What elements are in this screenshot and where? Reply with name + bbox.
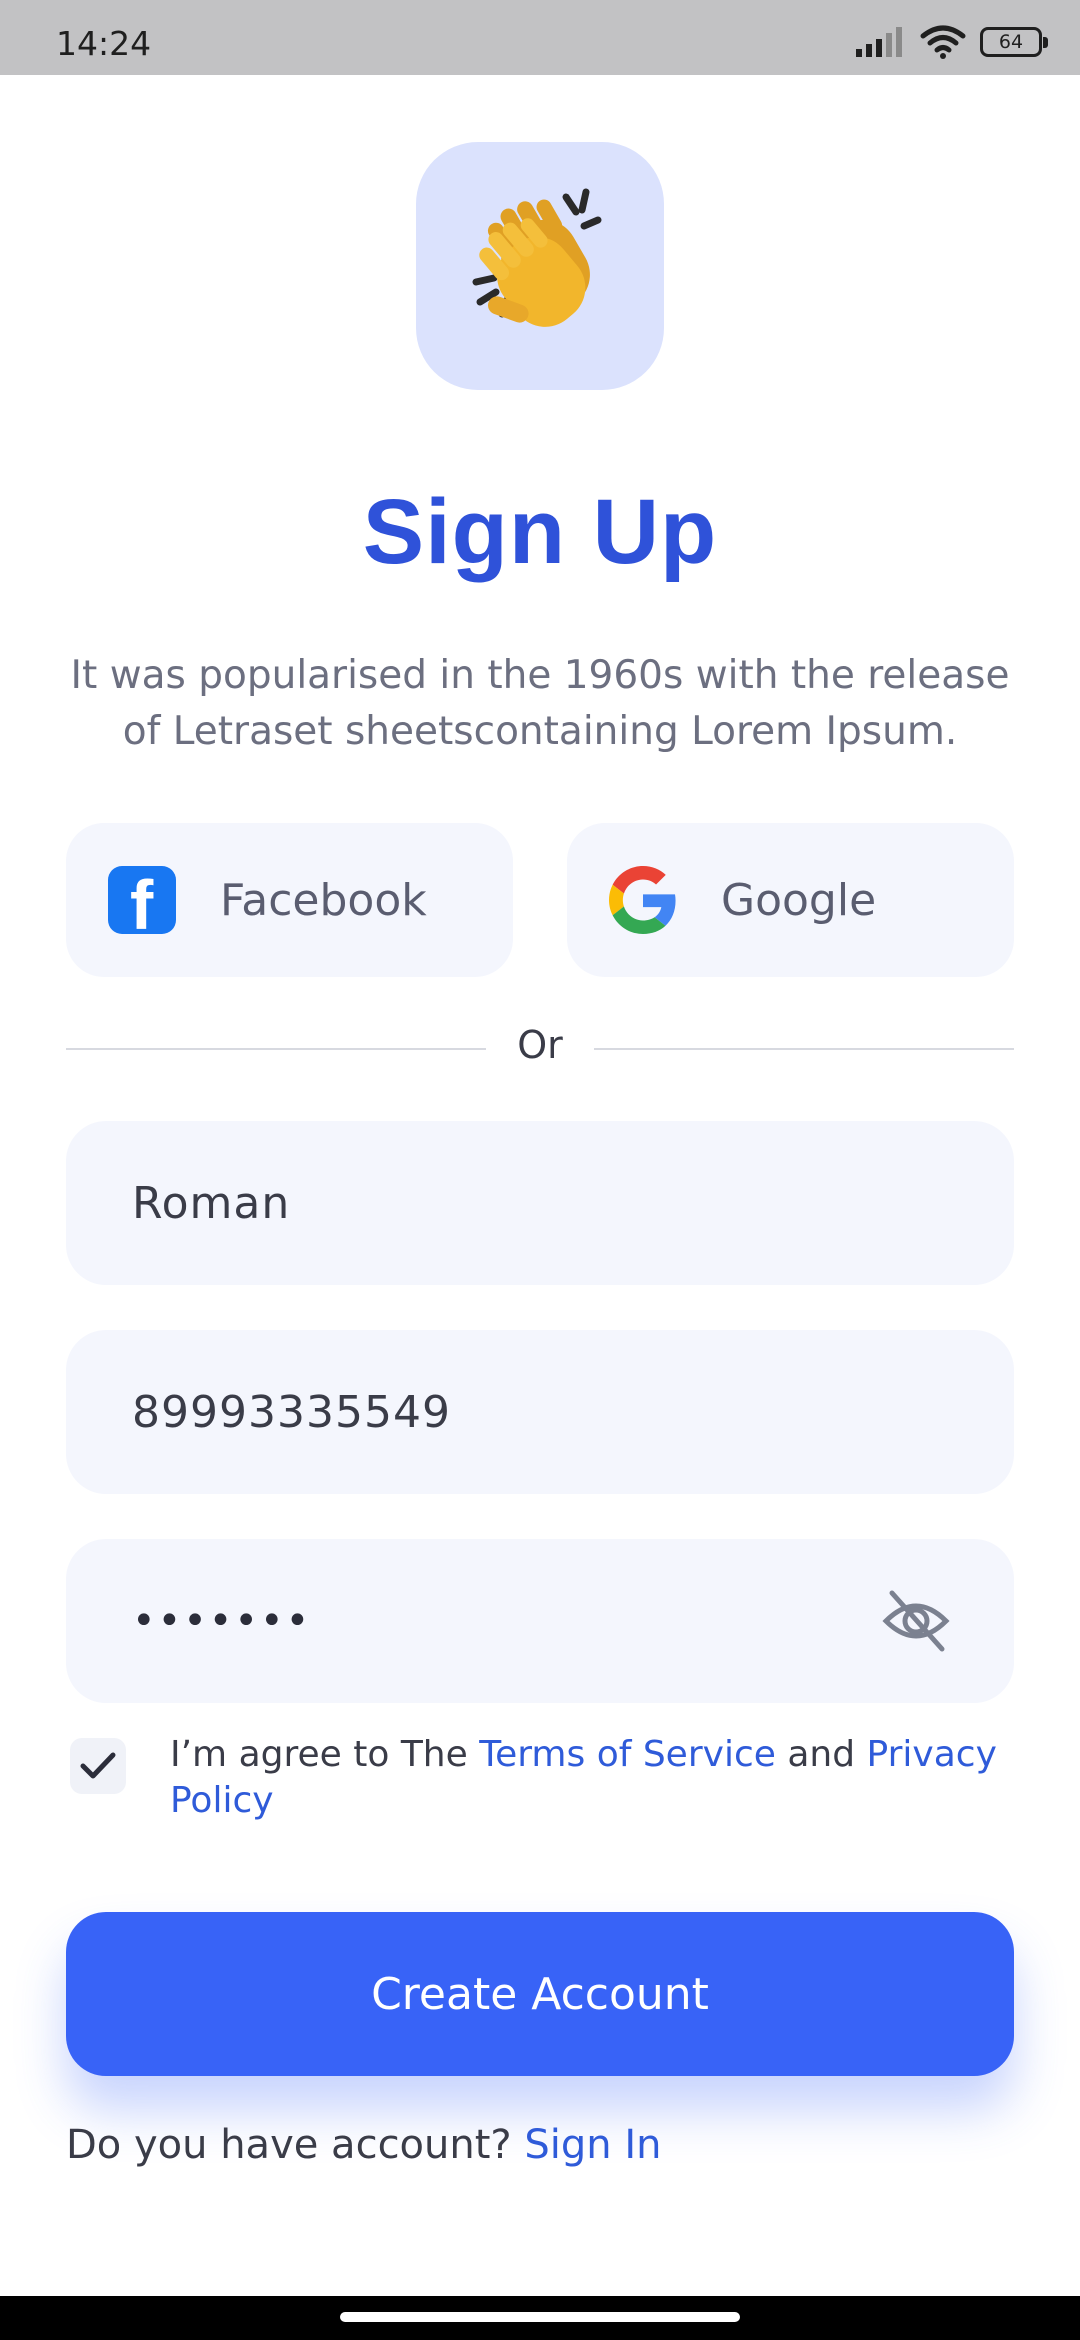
clapping-hands-icon	[472, 188, 602, 327]
signal-icon	[856, 27, 902, 57]
sign-in-link[interactable]: Sign In	[524, 2122, 661, 2168]
page-subtitle: It was popularised in the 1960s with the…	[70, 653, 1010, 754]
facebook-button[interactable]: f Facebook	[66, 823, 513, 977]
google-icon	[609, 866, 676, 934]
name-field[interactable]: Roman	[66, 1121, 1014, 1285]
home-indicator[interactable]	[340, 2312, 740, 2322]
status-bar: 14:24 64	[0, 0, 1080, 75]
phone-field[interactable]: 89993335549	[66, 1330, 1014, 1494]
phone-field-value: 89993335549	[132, 1386, 451, 1438]
facebook-button-label: Facebook	[220, 874, 427, 926]
terms-text: I’m agree to The Terms of Service and Pr…	[170, 1732, 1010, 1824]
signin-prompt-line: Do you have account? Sign In	[66, 2122, 661, 2168]
terms-and: and	[787, 1734, 856, 1775]
password-field-value: •••••••	[132, 1598, 312, 1644]
name-field-value: Roman	[132, 1177, 291, 1229]
eye-off-icon[interactable]	[882, 1589, 950, 1653]
divider-line-left	[66, 1048, 486, 1050]
hero-tile	[416, 142, 664, 390]
page-title: Sign Up	[362, 481, 718, 583]
password-field[interactable]: •••••••	[66, 1539, 1014, 1703]
status-time: 14:24	[56, 24, 152, 63]
google-button-label: Google	[721, 874, 877, 926]
battery-icon: 64	[980, 27, 1048, 57]
battery-level: 64	[998, 31, 1024, 53]
terms-of-service-link[interactable]: Terms of Service	[479, 1734, 776, 1775]
google-button[interactable]: Google	[567, 823, 1014, 977]
facebook-icon: f	[108, 866, 176, 934]
checkmark-icon	[80, 1752, 116, 1779]
status-icons: 64	[856, 22, 1048, 62]
signin-prompt: Do you have account?	[66, 2122, 512, 2168]
wifi-icon	[920, 25, 966, 59]
terms-prefix: I’m agree to The	[170, 1734, 468, 1775]
divider-line-right	[594, 1048, 1014, 1050]
terms-checkbox[interactable]	[70, 1738, 126, 1794]
create-account-button[interactable]: Create Account	[66, 1912, 1014, 2076]
divider-or-label: Or	[517, 1023, 563, 1067]
